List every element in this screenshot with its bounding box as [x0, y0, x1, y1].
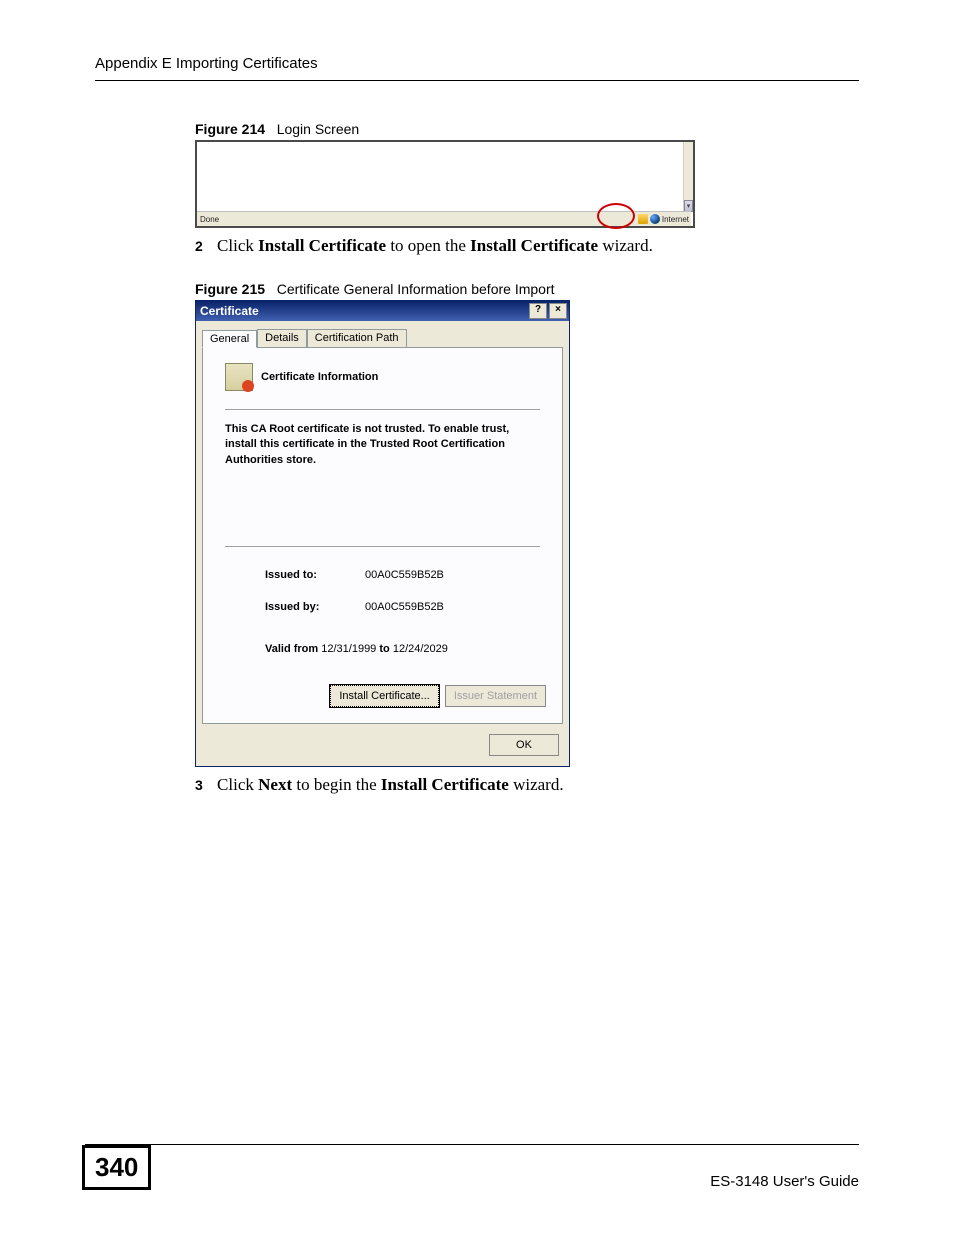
step-2-post: wizard. [598, 236, 653, 255]
step-2-mid: to open the [386, 236, 470, 255]
issued-by-label: Issued by: [225, 601, 365, 613]
dialog-title: Certificate [200, 304, 259, 318]
dialog-titlebar: Certificate ? × [196, 301, 569, 321]
tab-body-general: Certificate Information This CA Root cer… [202, 347, 563, 724]
step-2-bold1: Install Certificate [258, 236, 386, 255]
issued-to-label: Issued to: [225, 569, 365, 581]
figure-214-caption: Figure 214 Login Screen [195, 121, 859, 137]
step-3-post: wizard. [509, 775, 564, 794]
certificate-icon [225, 363, 253, 391]
tab-details[interactable]: Details [257, 329, 307, 347]
tab-certification-path[interactable]: Certification Path [307, 329, 407, 347]
issuer-statement-button: Issuer Statement [445, 685, 546, 707]
status-right-group: Internet [638, 214, 691, 224]
figure-214-number: Figure 214 [195, 121, 265, 137]
page-footer: 340 ES-3148 User's Guide [85, 1144, 859, 1190]
status-internet-label: Internet [662, 215, 689, 224]
login-screenshot: ▾ Done Internet [195, 140, 695, 228]
issued-to-value: 00A0C559B52B [365, 569, 444, 581]
step-3: 3 Click Next to begin the Install Certif… [195, 775, 859, 795]
step-2-number: 2 [195, 238, 203, 254]
status-done-label: Done [197, 215, 219, 224]
issued-by-value: 00A0C559B52B [365, 601, 444, 613]
dialog-ok-row: OK [196, 730, 569, 766]
valid-from-date: 12/31/1999 [321, 643, 376, 655]
header-appendix: Appendix E Importing Certificates [95, 55, 859, 72]
cert-separator-1 [225, 409, 540, 410]
valid-from-label: Valid from [265, 643, 318, 655]
globe-icon [650, 214, 660, 224]
figure-215-caption: Figure 215 Certificate General Informati… [195, 281, 859, 297]
ok-button[interactable]: OK [489, 734, 559, 756]
certificate-dialog: Certificate ? × General Details Certific… [195, 300, 570, 767]
cert-button-row: Install Certificate... Issuer Statement [215, 685, 550, 711]
step-2-bold2: Install Certificate [470, 236, 598, 255]
cert-trust-message: This CA Root certificate is not trusted.… [225, 422, 540, 468]
cert-info-header: Certificate Information [225, 363, 550, 391]
step-3-bold1: Next [258, 775, 292, 794]
page-number: 340 [82, 1145, 151, 1190]
install-certificate-button[interactable]: Install Certificate... [330, 685, 438, 707]
valid-from-row: Valid from 12/31/1999 to 12/24/2029 [265, 643, 540, 655]
figure-215-title: Certificate General Information before I… [277, 281, 555, 297]
valid-to-date: 12/24/2029 [393, 643, 448, 655]
login-scrollbar[interactable]: ▾ [683, 142, 693, 212]
cert-info-title: Certificate Information [261, 371, 378, 383]
issued-to-row: Issued to: 00A0C559B52B [225, 559, 540, 591]
step-3-bold2: Install Certificate [381, 775, 509, 794]
header-rule [95, 80, 859, 81]
step-2-pre: Click [217, 236, 258, 255]
cert-separator-2 [225, 546, 540, 547]
annotation-circle [597, 203, 635, 229]
step-2: 2 Click Install Certificate to open the … [195, 236, 859, 256]
shield-icon [638, 214, 648, 224]
figure-215-number: Figure 215 [195, 281, 265, 297]
footer-guide-title: ES-3148 User's Guide [710, 1173, 859, 1190]
step-3-mid: to begin the [292, 775, 381, 794]
valid-to-word: to [379, 643, 389, 655]
step-3-number: 3 [195, 777, 203, 793]
tab-strip: General Details Certification Path [196, 321, 569, 347]
help-button[interactable]: ? [529, 303, 547, 319]
issued-by-row: Issued by: 00A0C559B52B [225, 591, 540, 623]
figure-214-title: Login Screen [277, 121, 360, 137]
close-button[interactable]: × [549, 303, 567, 319]
step-3-pre: Click [217, 775, 258, 794]
tab-general[interactable]: General [202, 330, 257, 348]
